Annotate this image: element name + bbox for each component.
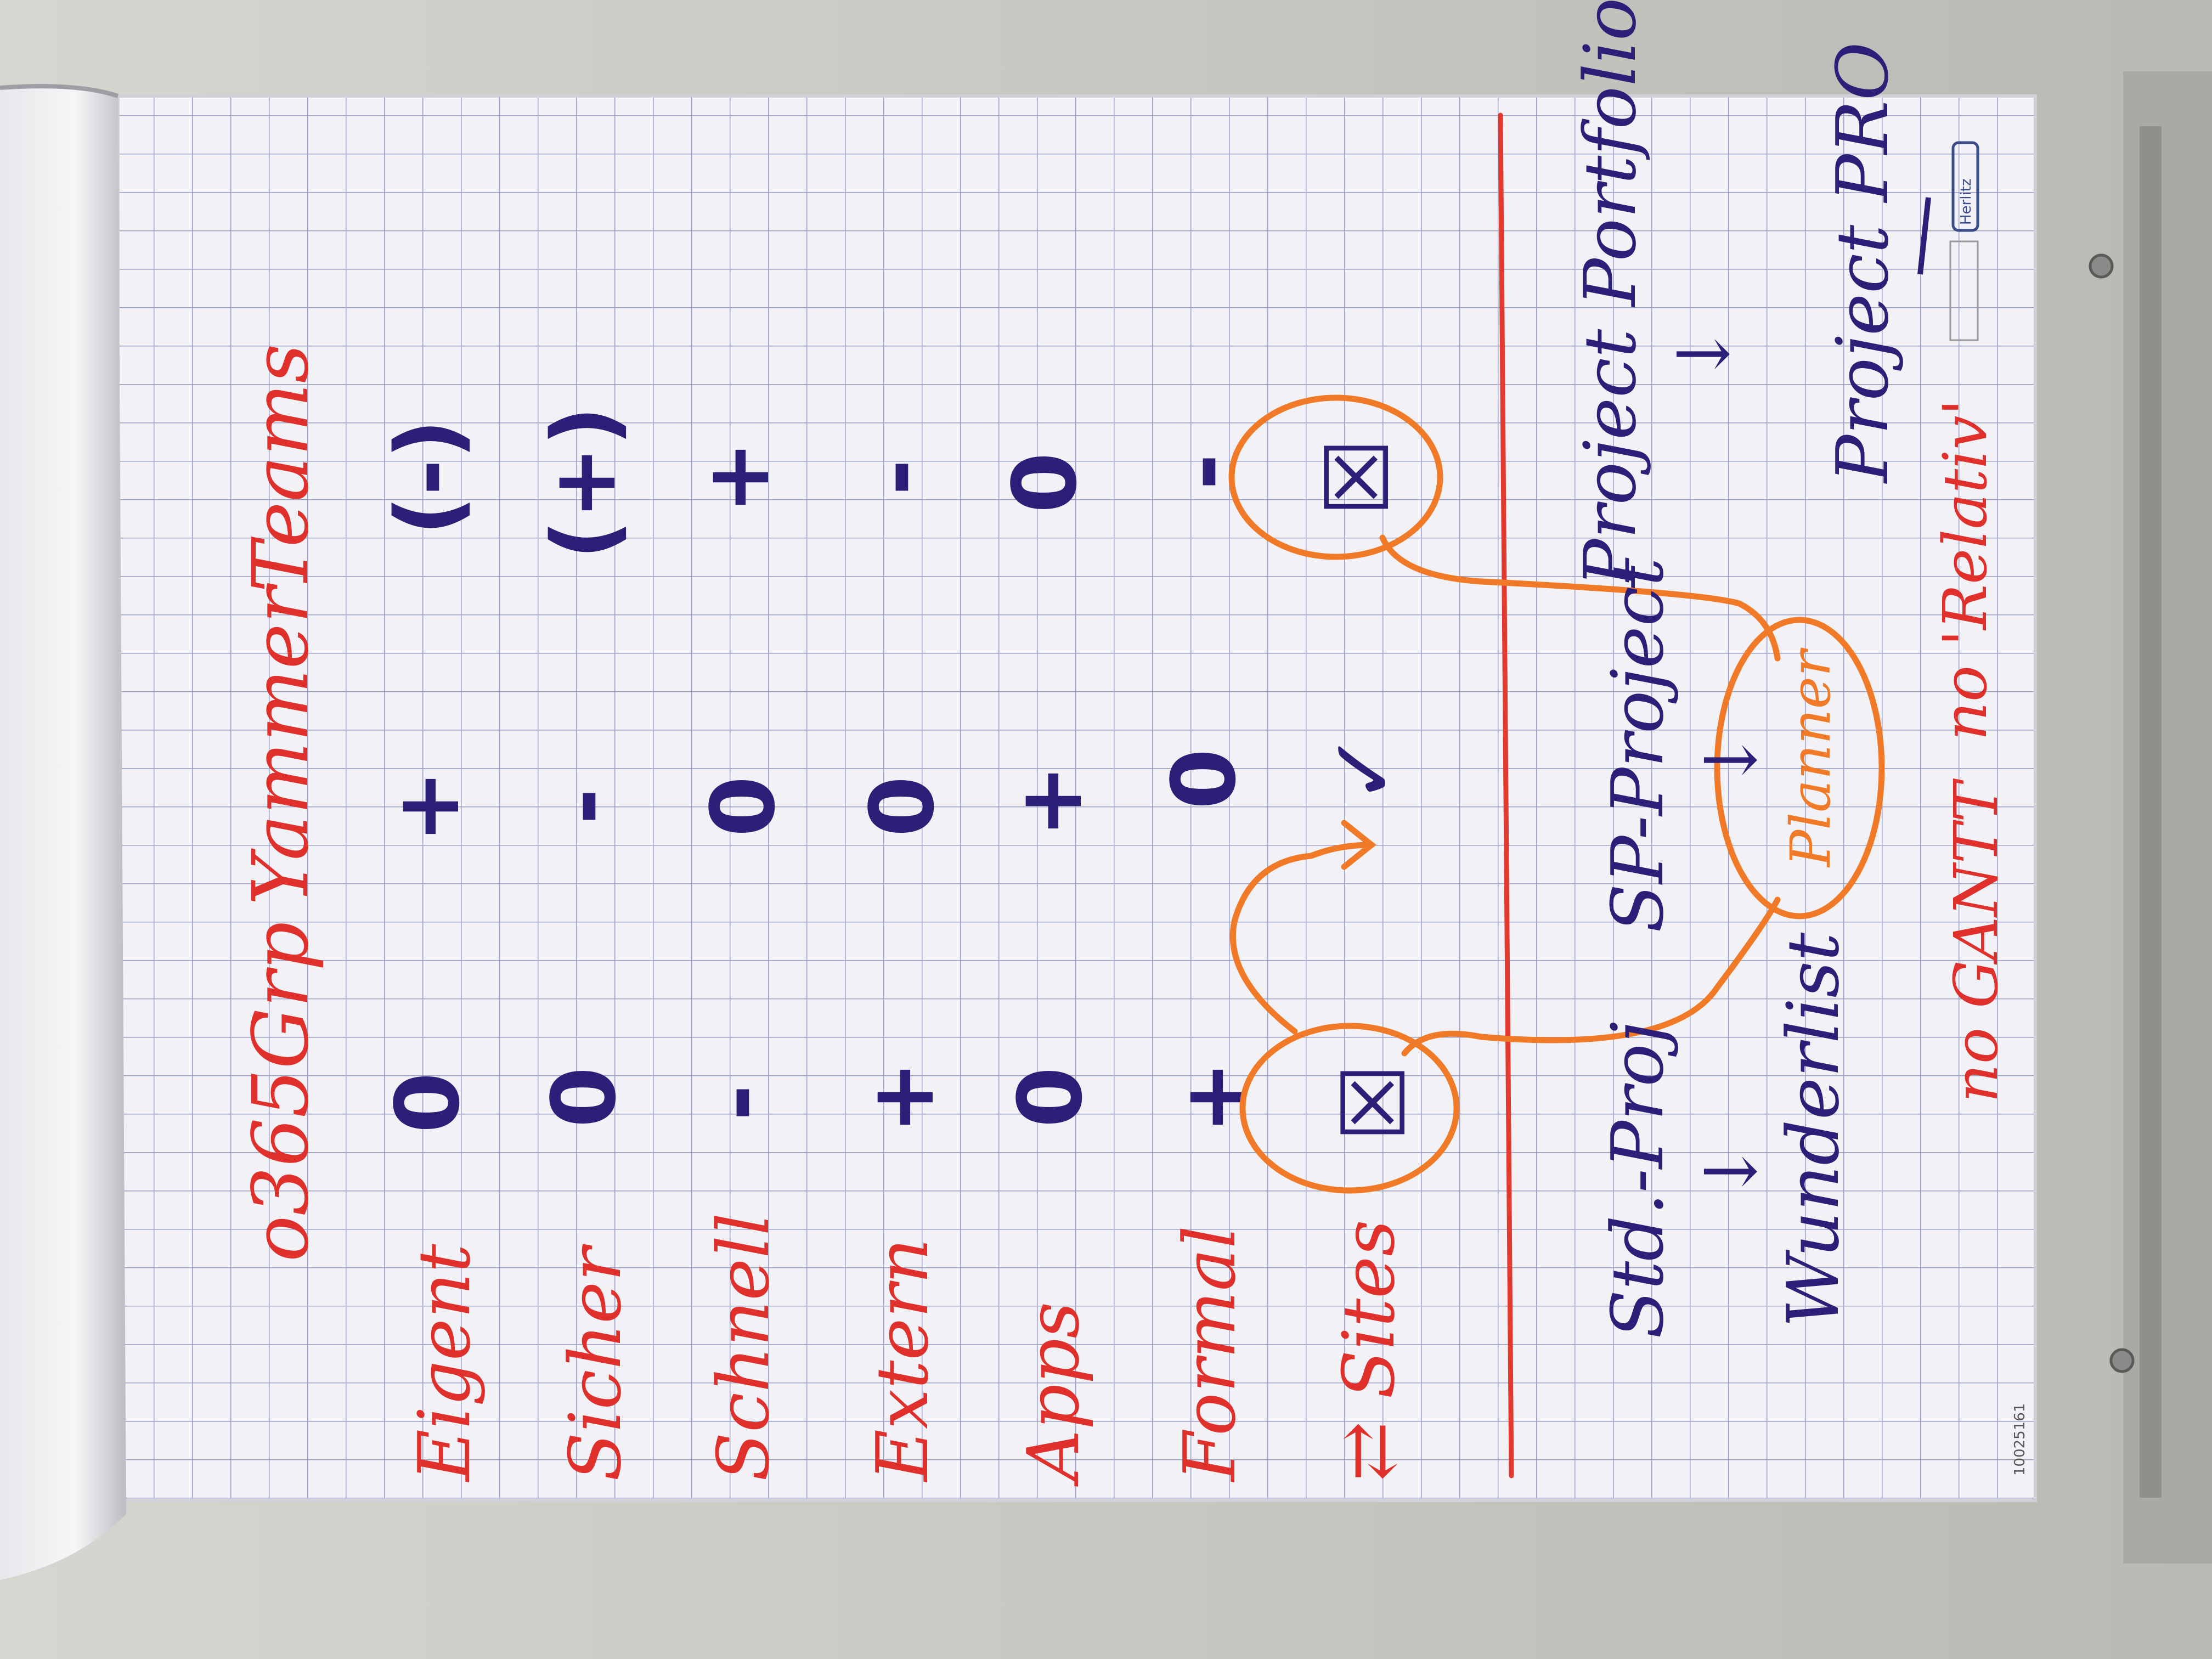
row-label-extern: Extern	[861, 1238, 944, 1482]
cell-sicher-o365: 0	[533, 1066, 635, 1127]
sheet-code: 10025161	[2012, 1403, 2028, 1476]
column-headers: o365Grp Yammer Teams	[236, 344, 326, 1262]
easel-rail	[2140, 126, 2162, 1498]
cell-sites-yammer: ✓	[1312, 731, 1414, 805]
row-label-sicher: Sicher	[554, 1244, 637, 1481]
cell-eigent-teams: (-)	[376, 419, 479, 536]
sp-project-label: SP-Project	[1596, 557, 1679, 933]
cell-extern-o365: +	[851, 1060, 953, 1134]
cell-schnell-teams: +	[686, 441, 789, 514]
cell-formal-yammer: 0	[1153, 748, 1255, 809]
std-proj-arrow: ↓	[1689, 1142, 1773, 1201]
row-label-eigent: Eigent	[403, 1244, 486, 1482]
cell-extern-teams: -	[845, 459, 948, 495]
cell-sicher-yammer: -	[533, 788, 635, 825]
note-no-gantt: no GANTT	[1941, 778, 2011, 1103]
wunderlist-label: Wunderlist	[1771, 932, 1855, 1328]
cell-apps-teams: 0	[994, 452, 1096, 513]
row-label-schnell: Schnell	[702, 1213, 785, 1481]
cell-sites-o365: ☒	[1323, 1063, 1425, 1142]
project-portfolio-arrow: ↓	[1662, 324, 1745, 384]
project-pro-label-visible: Project PRO	[1821, 42, 1904, 484]
cell-sicher-teams: (+)	[533, 406, 635, 560]
sp-project-arrow: ↓	[1689, 730, 1773, 790]
cell-sites-teams: ☒	[1306, 438, 1409, 516]
column-header-teams: Teams	[236, 344, 326, 592]
pad-curl	[0, 86, 126, 1581]
project-portfolio-label: Project Portfolio	[1568, 0, 1652, 588]
flipchart-photo: o365Grp Yammer Teams Eigent Sicher Schne…	[0, 0, 2212, 1659]
column-header-o365grp: o365Grp	[236, 922, 326, 1262]
cell-apps-yammer: +	[999, 764, 1102, 838]
easel-screw-bottom	[2109, 1348, 2135, 1373]
row-label-apps: Apps	[1012, 1302, 1095, 1487]
row-label-sites: ⇄ Sites	[1327, 1220, 1410, 1481]
row-label-formal: Formal	[1168, 1226, 1251, 1482]
note-no-relativ: no 'Relativ'	[1930, 399, 2000, 741]
std-proj-label: Std.-Proj	[1596, 1022, 1679, 1339]
cell-schnell-yammer: 0	[692, 776, 794, 837]
cell-eigent-yammer: +	[376, 770, 479, 843]
herlitz-logo-text: Herlitz	[1958, 178, 1974, 225]
cell-eigent-o365: 0	[376, 1072, 479, 1133]
easel-frame	[2123, 71, 2212, 1564]
cell-extern-yammer: 0	[851, 776, 953, 837]
easel-screw-top	[2089, 253, 2114, 279]
cell-schnell-o365: -	[686, 1085, 789, 1121]
planner-label: Planner	[1779, 647, 1843, 868]
column-header-yammer: Yammer	[236, 583, 326, 905]
cell-apps-o365: 0	[999, 1066, 1102, 1127]
cell-formal-teams: -	[1153, 454, 1255, 490]
